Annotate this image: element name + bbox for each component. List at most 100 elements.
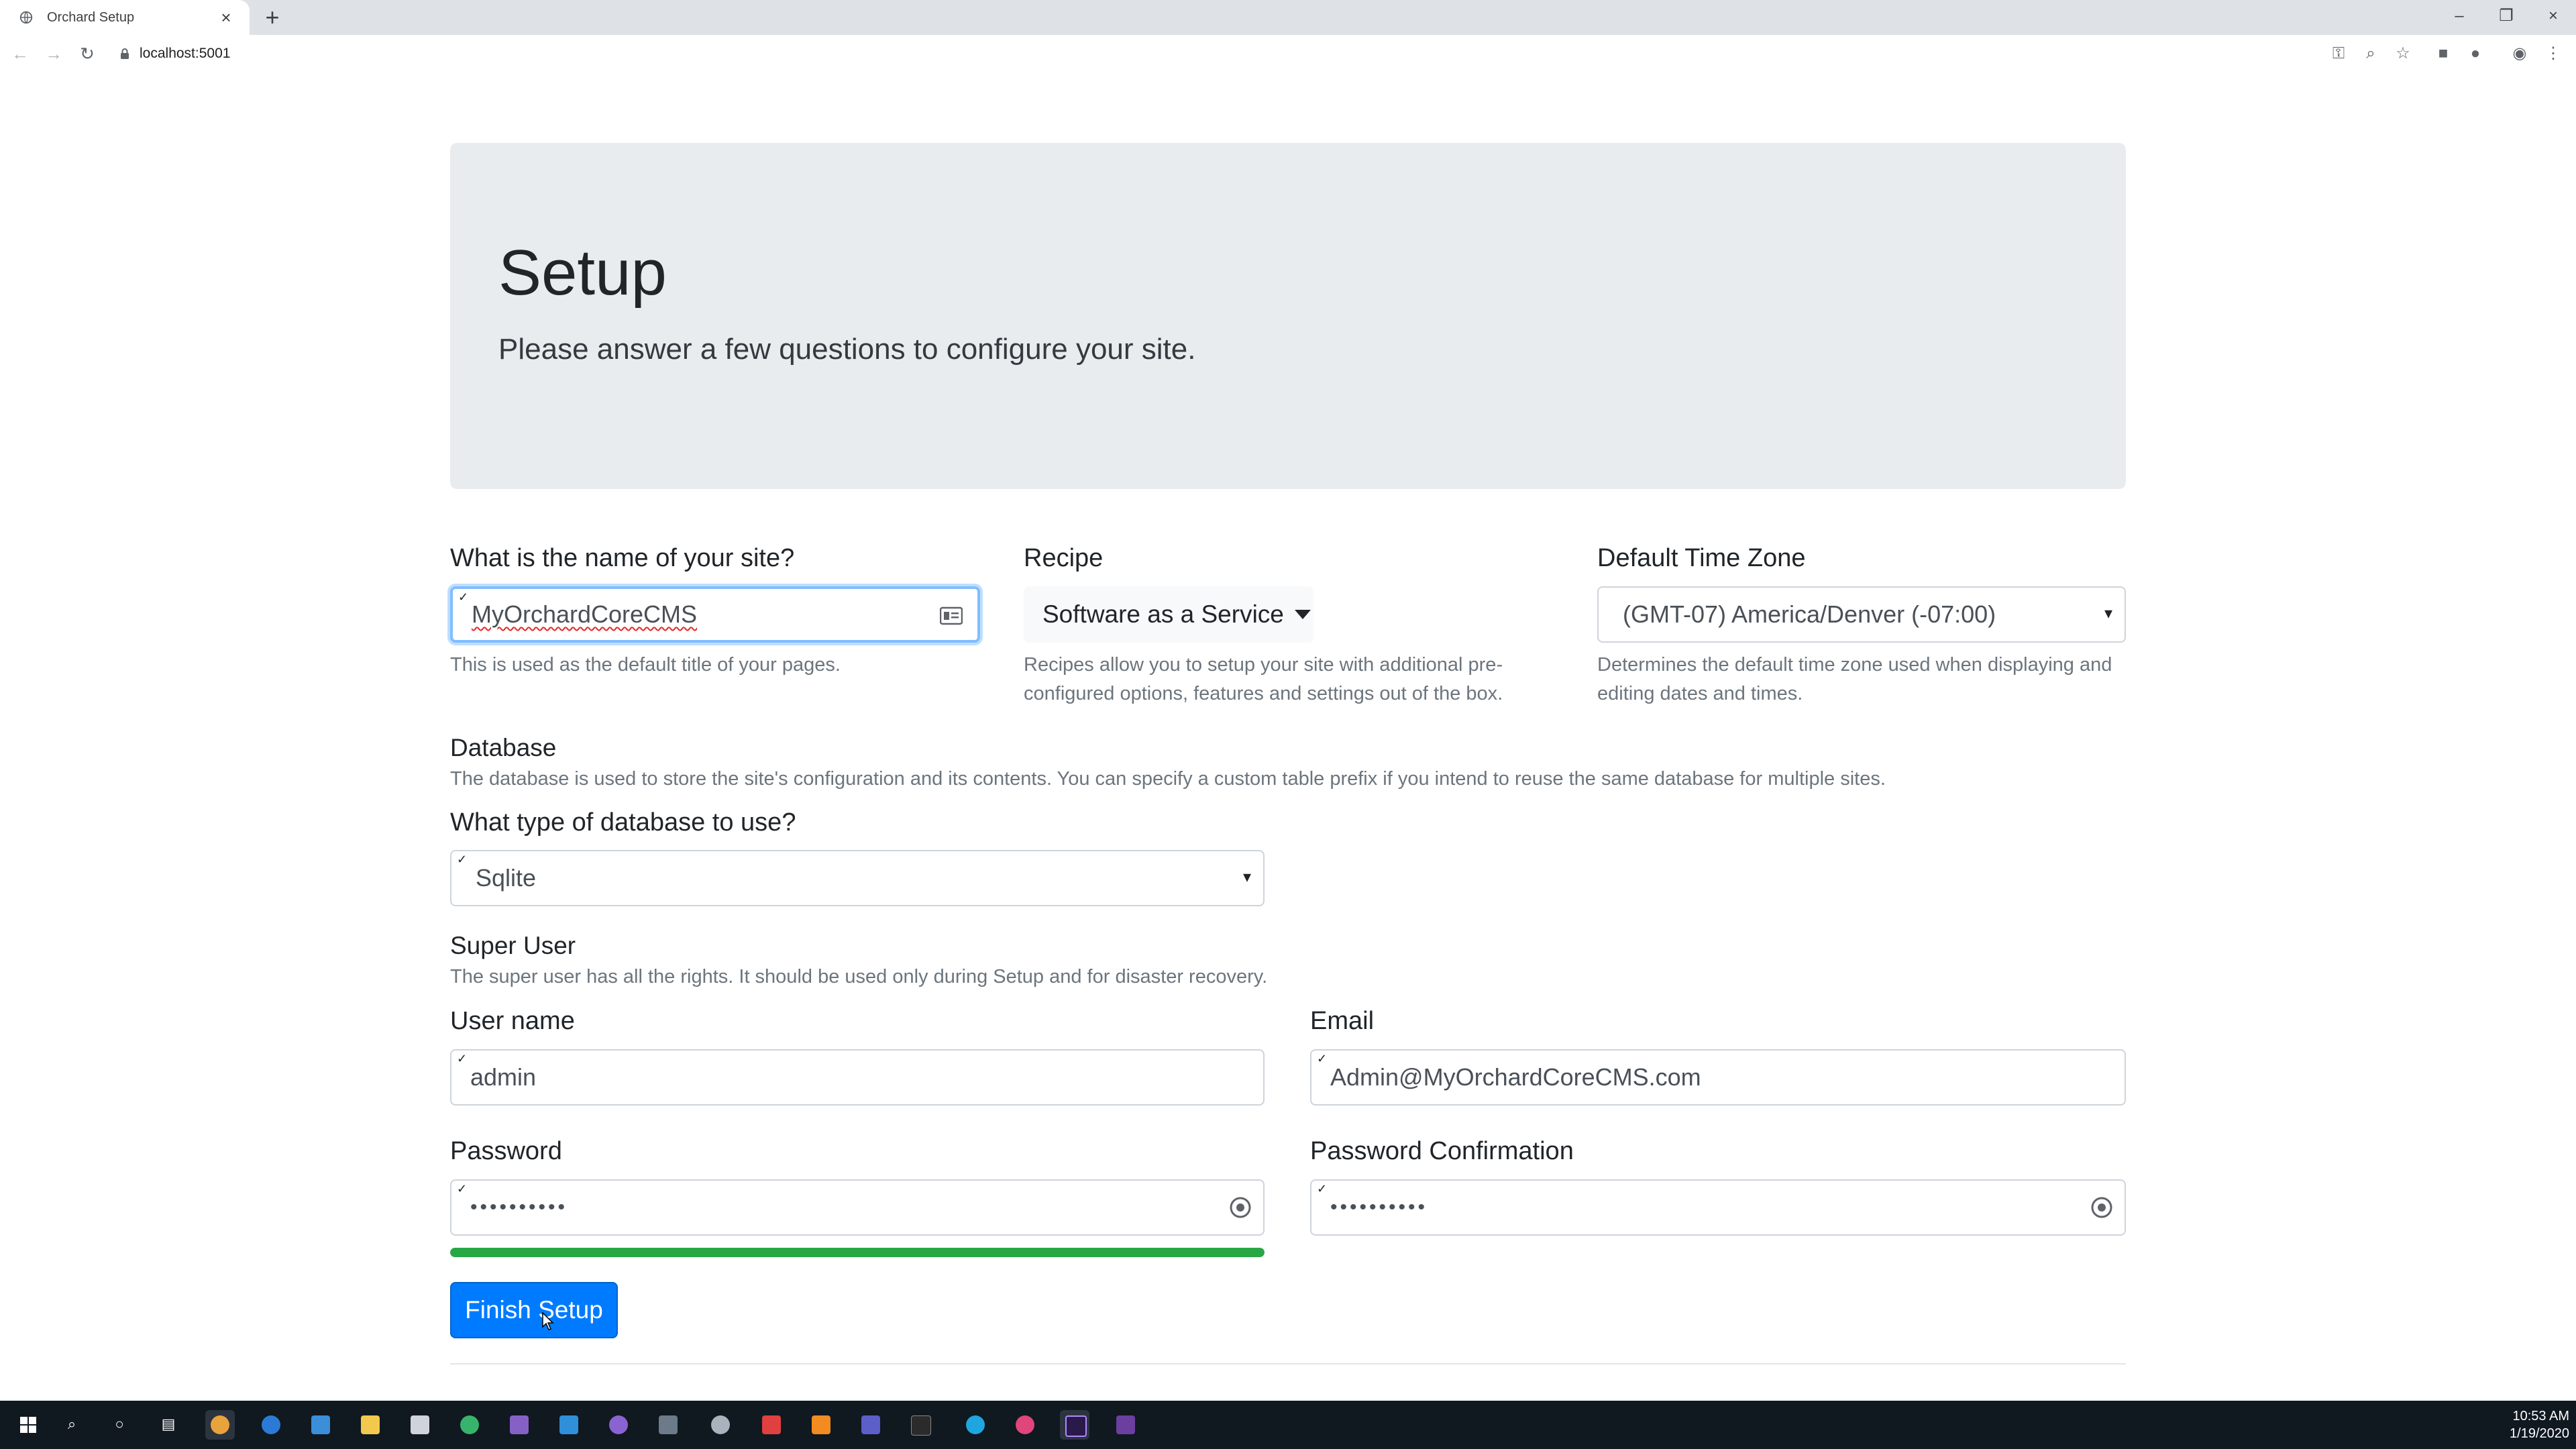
password-input[interactable]: ✓ •••••••••• (450, 1179, 1265, 1236)
username-input[interactable]: ✓ admin (450, 1049, 1265, 1106)
bookmark-star-icon[interactable]: ☆ (2392, 43, 2414, 64)
info-icon (121, 48, 129, 59)
autofill-check-icon: ✓ (458, 590, 469, 604)
setup-page: Setup Please answer a few questions to c… (0, 72, 2576, 1401)
premiere-taskbar-icon[interactable] (1060, 1410, 1089, 1440)
super-user-description: The super user has all the rights. It sh… (450, 966, 1268, 987)
address-bar[interactable]: localhost:5001 (118, 40, 2359, 67)
password-confirm-value: •••••••••• (1330, 1196, 1428, 1218)
chrome-taskbar-icon[interactable] (205, 1410, 235, 1440)
autofill-check-icon: ✓ (457, 1182, 468, 1195)
browser-tab[interactable]: Orchard Setup × (0, 0, 250, 35)
minimize-icon[interactable]: – (2446, 4, 2473, 28)
teams-taskbar-icon[interactable] (856, 1410, 885, 1440)
system-clock[interactable]: 10:53 AM 1/19/2020 (2510, 1407, 2569, 1442)
app-taskbar-icon[interactable] (1111, 1410, 1140, 1440)
recipe-label: Recipe (1024, 544, 1104, 572)
file-explorer-taskbar-icon[interactable] (356, 1410, 385, 1440)
caret-down-icon: ▾ (2104, 604, 2112, 623)
zoom-icon[interactable]: ⌕ (2360, 43, 2381, 64)
recipe-dropdown[interactable]: Software as a Service (1024, 586, 1313, 643)
password-label: Password (450, 1137, 562, 1165)
footer-divider (450, 1363, 2126, 1364)
password-value: •••••••••• (470, 1196, 568, 1218)
reload-icon[interactable]: ↻ (75, 42, 99, 66)
database-heading: Database (450, 734, 557, 761)
site-name-help: This is used as the default title of you… (450, 654, 841, 676)
url-text: localhost:5001 (140, 46, 231, 61)
app-taskbar-icon[interactable] (706, 1410, 735, 1440)
tab-title: Orchard Setup (47, 9, 135, 25)
forward-icon[interactable]: → (42, 42, 66, 66)
timezone-select[interactable]: (GMT-07) America/Denver (-07:00) ▾ (1597, 586, 2126, 643)
clock-time: 10:53 AM (2512, 1409, 2569, 1424)
restore-icon[interactable]: ❐ (2493, 4, 2520, 28)
cortana-icon[interactable]: ○ (109, 1414, 129, 1434)
timezone-help-line-1: Determines the default time zone used wh… (1597, 654, 2112, 676)
caret-down-icon: ▾ (1242, 868, 1251, 886)
app-taskbar-icon[interactable] (455, 1410, 484, 1440)
edge-taskbar-icon[interactable] (256, 1410, 286, 1440)
username-value: admin (470, 1063, 537, 1091)
autofill-check-icon: ✓ (457, 1052, 468, 1065)
mail-taskbar-icon[interactable] (405, 1410, 435, 1440)
search-icon[interactable]: ⌕ (62, 1414, 82, 1434)
autofill-check-icon: ✓ (1317, 1052, 1328, 1065)
show-password-icon[interactable] (2090, 1195, 2114, 1220)
extension-icon[interactable]: ■ (2432, 43, 2454, 64)
email-input[interactable]: ✓ Admin@MyOrchardCoreCMS.com (1310, 1049, 2126, 1106)
store-taskbar-icon[interactable] (306, 1410, 335, 1440)
email-label: Email (1310, 1007, 1375, 1035)
password-confirm-input[interactable]: ✓ •••••••••• (1310, 1179, 2126, 1236)
mouse-pointer-icon (542, 1312, 554, 1330)
key-icon[interactable]: ⚿ (2328, 43, 2349, 64)
window-close-icon[interactable]: × (2540, 4, 2567, 28)
terminal-taskbar-icon[interactable] (906, 1410, 935, 1440)
database-type-label: What type of database to use? (450, 808, 796, 837)
browser-tabstrip: Orchard Setup × + – ❐ × (0, 0, 2576, 35)
github-taskbar-icon[interactable] (604, 1410, 633, 1440)
page-title: Setup (498, 237, 667, 309)
new-tab-button[interactable]: + (260, 5, 284, 30)
close-tab-icon[interactable]: × (216, 7, 236, 28)
browser-menu-icon[interactable]: ⋮ (2542, 43, 2564, 64)
skype-taskbar-icon[interactable] (961, 1410, 990, 1440)
vscode-taskbar-icon[interactable] (554, 1410, 584, 1440)
page-subtitle: Please answer a few questions to configu… (498, 333, 1196, 366)
autofill-card-icon[interactable] (940, 606, 963, 625)
windows-start-icon[interactable] (13, 1410, 43, 1440)
timezone-help-line-2: editing dates and times. (1597, 683, 1803, 704)
recipe-help-line-2: configured options, features and setting… (1024, 683, 1503, 704)
show-password-icon[interactable] (1228, 1195, 1252, 1220)
autofill-check-icon: ✓ (457, 853, 468, 866)
app-taskbar-icon[interactable] (1010, 1410, 1040, 1440)
database-description: The database is used to store the site's… (450, 768, 1886, 790)
database-type-select[interactable]: ✓ Sqlite ▾ (450, 850, 1265, 906)
back-icon[interactable]: ← (8, 42, 32, 66)
app-taskbar-icon[interactable] (653, 1410, 683, 1440)
setup-header: Setup Please answer a few questions to c… (450, 143, 2126, 489)
profile-avatar[interactable]: ◉ (2509, 43, 2530, 64)
browser-toolbar: ← → ↻ localhost:5001 ⚿ ⌕ ☆ ■ ● ◉ ⋮ (0, 35, 2576, 73)
site-name-input[interactable]: ✓ MyOrchardCoreCMS (450, 586, 980, 643)
password-strength-fill (450, 1248, 1265, 1257)
database-type-selected: Sqlite (476, 864, 537, 892)
finish-setup-button[interactable]: Finish Setup (450, 1282, 618, 1338)
globe-icon (19, 11, 33, 24)
timezone-selected: (GMT-07) America/Denver (-07:00) (1623, 600, 1996, 628)
task-view-icon[interactable]: ▤ (158, 1414, 178, 1434)
grammarly-icon[interactable]: ● (2465, 43, 2486, 64)
recipe-selected: Software as a Service (1042, 600, 1284, 628)
autofill-check-icon: ✓ (1317, 1182, 1328, 1195)
super-user-heading: Super User (450, 932, 576, 959)
timezone-label: Default Time Zone (1597, 544, 1806, 572)
password-strength-bar (450, 1248, 1265, 1257)
visual-studio-taskbar-icon[interactable] (504, 1410, 534, 1440)
username-label: User name (450, 1007, 575, 1035)
site-name-value: MyOrchardCoreCMS (472, 600, 698, 628)
vlc-taskbar-icon[interactable] (806, 1410, 836, 1440)
windows-taskbar: ⌕ ○ ▤ 10:53 AM 1/19/2020 (0, 1401, 2576, 1449)
site-name-label: What is the name of your site? (450, 544, 795, 572)
caret-down-icon (1294, 610, 1311, 619)
app-taskbar-icon[interactable] (757, 1410, 786, 1440)
